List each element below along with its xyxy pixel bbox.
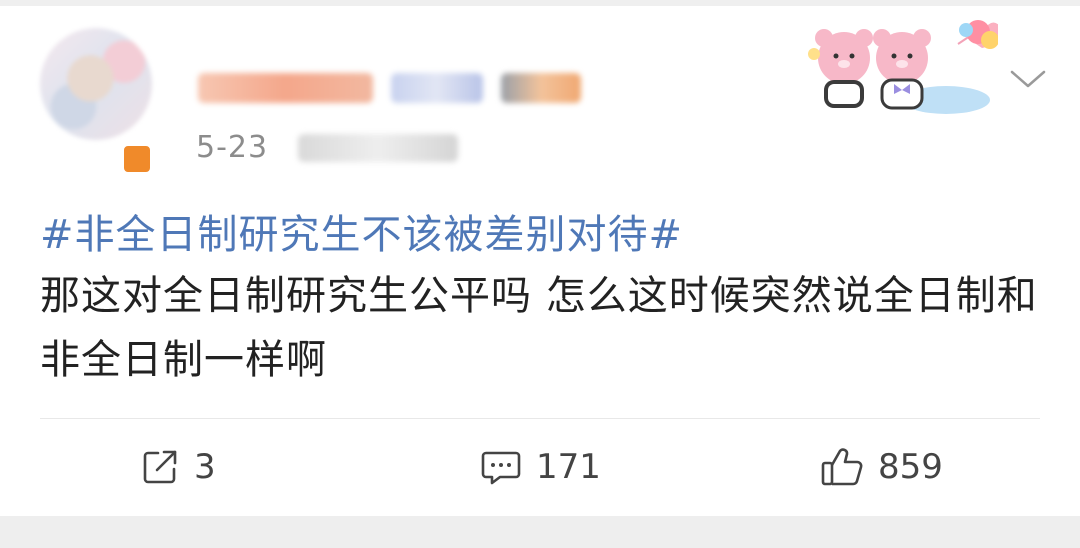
comment-icon xyxy=(481,451,521,485)
username-blur-segment xyxy=(501,73,581,103)
post-source-blurred xyxy=(298,134,458,162)
hashtag-link[interactable]: #非全日制研究生不该被差别对待# xyxy=(40,202,683,260)
bottom-separator xyxy=(0,516,1080,548)
comment-count: 171 xyxy=(536,447,601,487)
avatar[interactable] xyxy=(40,28,152,140)
username-blur-segment xyxy=(391,73,483,103)
like-button[interactable]: 859 xyxy=(820,442,943,492)
bear-sticker-icon xyxy=(808,20,998,114)
repost-button[interactable]: 3 xyxy=(140,442,216,492)
username-blurred[interactable] xyxy=(198,68,598,108)
username-blur-segment xyxy=(198,73,373,103)
comment-button[interactable]: 171 xyxy=(480,442,601,492)
share-icon xyxy=(143,450,177,484)
post-date: 5-23 xyxy=(196,130,269,165)
repost-count: 3 xyxy=(194,447,216,487)
chevron-down-icon[interactable] xyxy=(1008,64,1048,94)
like-count: 859 xyxy=(878,447,943,487)
post-card: 5-23 #非全日制研究生不该被差别对待# 那这对全日制研究生公平吗 怎么这时候… xyxy=(0,6,1080,516)
action-divider xyxy=(40,418,1040,419)
avatar-badge xyxy=(122,144,152,174)
like-icon xyxy=(821,448,863,486)
post-body: 那这对全日制研究生公平吗 怎么这时候突然说全日制和非全日制一样啊 xyxy=(40,273,1038,383)
